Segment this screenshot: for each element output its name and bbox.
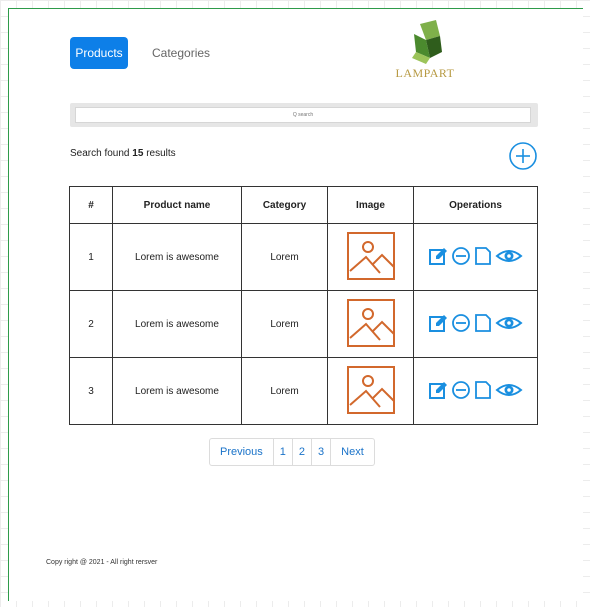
- row-number: 1: [69, 223, 113, 291]
- header-number: #: [69, 186, 113, 224]
- pagination-page-1[interactable]: 1: [274, 439, 293, 465]
- delete-button[interactable]: [451, 380, 471, 403]
- eye-icon: [495, 383, 523, 396]
- row-operations: [414, 380, 537, 403]
- row-product-name: Lorem is awesome: [112, 357, 242, 425]
- row-operations: [414, 313, 537, 336]
- header-operations: Operations: [413, 186, 538, 224]
- row-operations-cell: [413, 357, 538, 425]
- row-image: [327, 357, 414, 425]
- tab-products[interactable]: Products: [70, 37, 128, 69]
- header-image: Image: [327, 186, 414, 224]
- row-operations-cell: [413, 223, 538, 291]
- document-icon: [475, 246, 491, 265]
- delete-button[interactable]: [451, 246, 471, 269]
- row-number: 2: [69, 290, 113, 358]
- row-category: Lorem: [241, 357, 328, 425]
- minus-circle-icon: [452, 246, 470, 265]
- minus-circle-icon: [452, 380, 470, 399]
- eye-icon: [495, 249, 523, 262]
- edit-button[interactable]: [428, 313, 448, 336]
- pagination-page-2[interactable]: 2: [293, 439, 313, 465]
- row-product-name: Lorem is awesome: [112, 290, 242, 358]
- edit-icon: [429, 247, 447, 265]
- lampart-logo: LAMPART: [390, 18, 460, 80]
- row-category: Lorem: [241, 290, 328, 358]
- products-table: # Product name Category Image Operations…: [69, 186, 538, 425]
- image-placeholder-icon: [346, 365, 395, 414]
- results-count: 15: [132, 148, 144, 159]
- details-button[interactable]: [474, 313, 492, 336]
- header-category: Category: [241, 186, 328, 224]
- image-placeholder-icon: [346, 231, 395, 280]
- minus-circle-icon: [452, 313, 470, 332]
- copyright-text: Copy right @ 2021 - All right rersver: [46, 559, 158, 566]
- pagination-next[interactable]: Next: [331, 439, 374, 465]
- edit-button[interactable]: [428, 380, 448, 403]
- details-button[interactable]: [474, 246, 492, 269]
- search-bar: [70, 103, 538, 127]
- row-image: [327, 290, 414, 358]
- view-button[interactable]: [495, 313, 523, 336]
- edit-icon: [429, 314, 447, 332]
- table-header-row: # Product name Category Image Operations: [69, 186, 538, 224]
- pagination-page-3[interactable]: 3: [312, 439, 332, 465]
- view-button[interactable]: [495, 380, 523, 403]
- row-operations: [414, 246, 537, 269]
- eye-icon: [495, 316, 523, 329]
- results-suffix: results: [146, 148, 176, 159]
- edit-button[interactable]: [428, 246, 448, 269]
- lampart-logo-icon: [412, 20, 442, 64]
- edit-icon: [429, 381, 447, 399]
- image-placeholder-icon: [346, 298, 395, 347]
- row-operations-cell: [413, 290, 538, 358]
- pagination-previous[interactable]: Previous: [210, 439, 274, 465]
- row-image: [327, 223, 414, 291]
- view-button[interactable]: [495, 246, 523, 269]
- delete-button[interactable]: [451, 313, 471, 336]
- results-summary: Search found 15 results: [70, 148, 176, 159]
- results-prefix: Search found: [70, 148, 130, 159]
- header-product-name: Product name: [112, 186, 242, 224]
- row-category: Lorem: [241, 223, 328, 291]
- table-row: 1 Lorem is awesome Lorem: [69, 223, 538, 291]
- details-button[interactable]: [474, 380, 492, 403]
- search-input[interactable]: [75, 107, 531, 123]
- row-product-name: Lorem is awesome: [112, 223, 242, 291]
- document-icon: [475, 313, 491, 332]
- table-row: 3 Lorem is awesome Lorem: [69, 357, 538, 425]
- tab-categories[interactable]: Categories: [152, 37, 210, 69]
- row-number: 3: [69, 357, 113, 425]
- add-product-button[interactable]: [508, 141, 538, 171]
- document-icon: [475, 380, 491, 399]
- plus-circle-icon: [509, 142, 537, 170]
- pagination: Previous 1 2 3 Next: [209, 438, 375, 466]
- table-row: 2 Lorem is awesome Lorem: [69, 290, 538, 358]
- logo-text: LAMPART: [395, 66, 455, 80]
